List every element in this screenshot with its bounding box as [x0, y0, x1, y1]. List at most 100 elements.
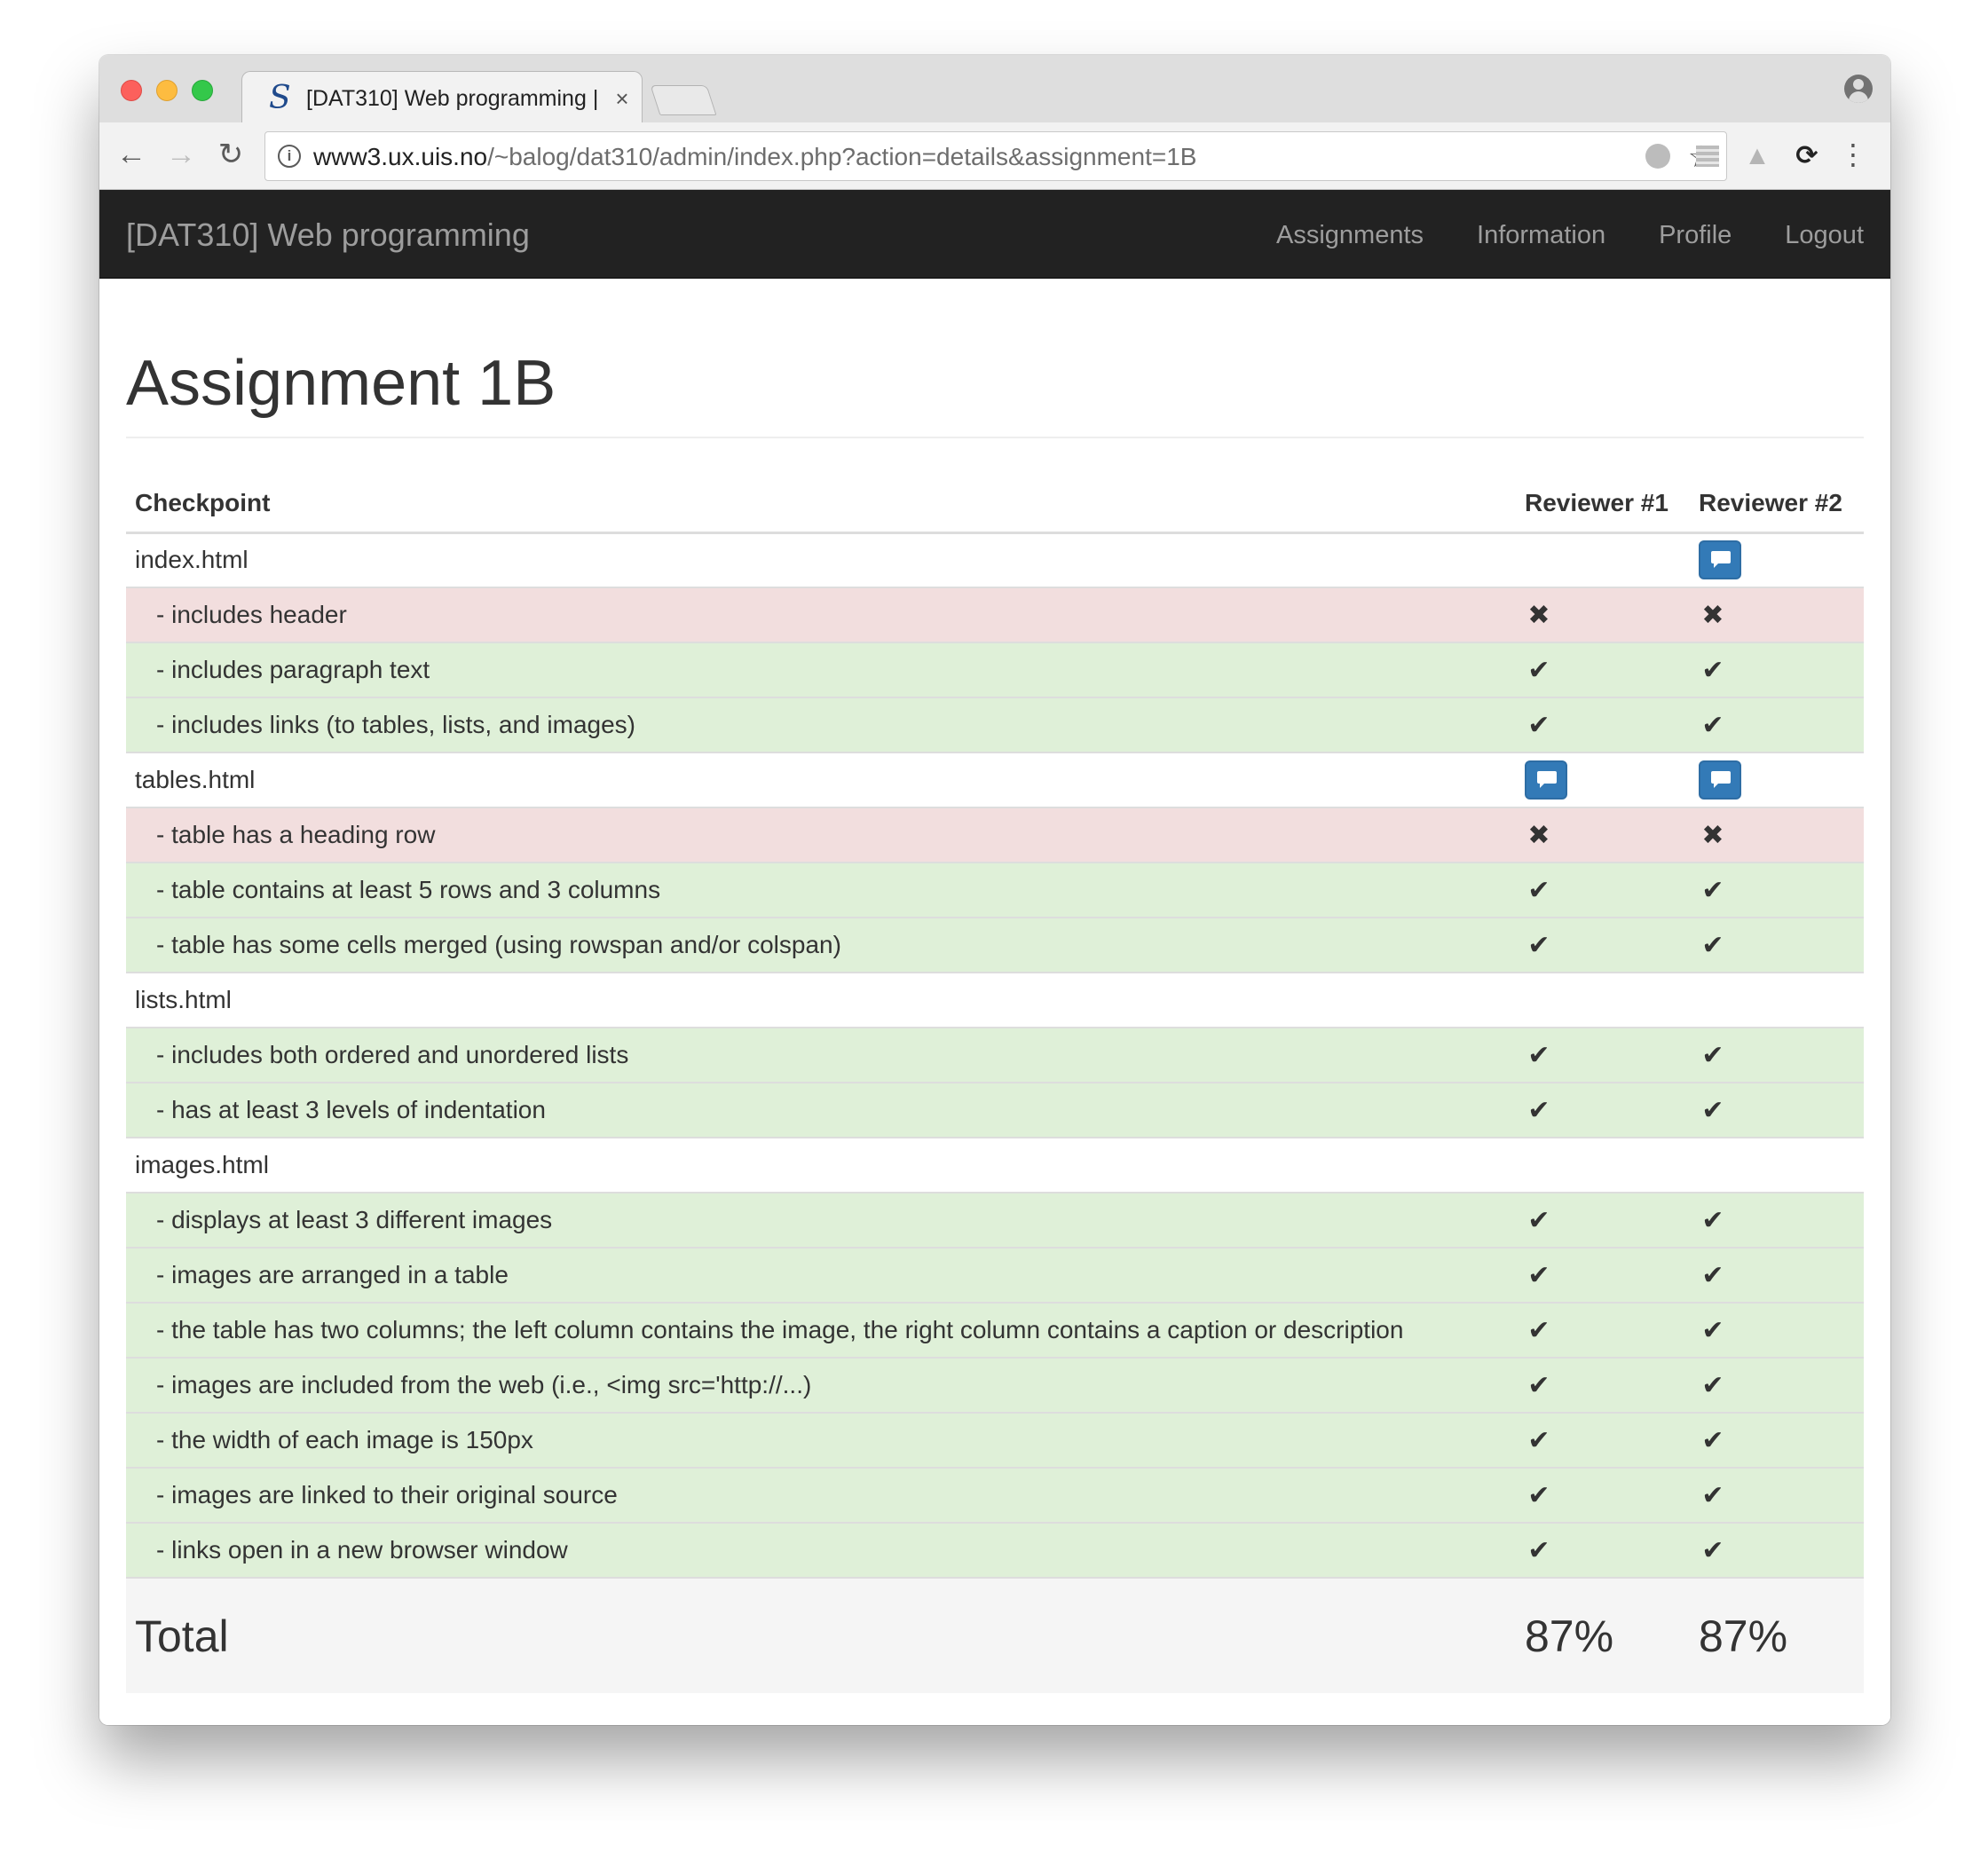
- extension-bubble-icon[interactable]: [1640, 138, 1676, 174]
- reviewer-2-cell: ✔: [1690, 1192, 1864, 1248]
- address-bar[interactable]: i www3.ux.uis.no/~balog/dat310/admin/ind…: [264, 131, 1727, 181]
- comment-icon[interactable]: [1525, 760, 1567, 800]
- nav-link-assignments[interactable]: Assignments: [1276, 217, 1424, 254]
- total-label: Total: [126, 1577, 1516, 1693]
- check-icon: ✔: [1701, 1205, 1724, 1235]
- reviewer-1-cell: ✖: [1516, 807, 1690, 863]
- check-icon: ✔: [1701, 1040, 1724, 1070]
- checkpoint-row: - table has a heading row ✖ ✖: [126, 807, 1864, 863]
- reviewer-2-cell: ✔: [1690, 1027, 1864, 1083]
- checkpoint-label: - table has some cells merged (using row…: [126, 917, 1516, 973]
- menu-icon[interactable]: ⋮: [1839, 138, 1867, 174]
- reviewer-1-cell: ✔: [1516, 1027, 1690, 1083]
- back-icon[interactable]: ←: [112, 135, 151, 174]
- table-header-row: Checkpoint Reviewer #1 Reviewer #2: [126, 476, 1864, 534]
- reviewer-2-cell: ✔: [1690, 1357, 1864, 1413]
- file-row: lists.html: [126, 972, 1864, 1028]
- check-icon: ✔: [1527, 710, 1550, 740]
- reviewer-1-cell: ✔: [1516, 1192, 1690, 1248]
- check-icon: ✔: [1701, 875, 1724, 905]
- checkpoint-row: - images are included from the web (i.e.…: [126, 1357, 1864, 1413]
- new-tab-button[interactable]: [650, 85, 717, 115]
- main-content: Assignment 1B Checkpoint Reviewer #1 Rev…: [126, 279, 1864, 1693]
- checkpoint-row: - has at least 3 levels of indentation ✔ ✔: [126, 1082, 1864, 1138]
- nav-link-profile[interactable]: Profile: [1659, 217, 1732, 254]
- reload-icon[interactable]: ↻: [211, 135, 250, 174]
- checkpoint-row: - images are linked to their original so…: [126, 1467, 1864, 1523]
- checkpoint-label: - images are linked to their original so…: [126, 1467, 1516, 1523]
- checkpoint-label: - includes links (to tables, lists, and …: [126, 697, 1516, 752]
- tab-close-icon[interactable]: ×: [611, 84, 633, 113]
- checkpoint-row: - table has some cells merged (using row…: [126, 917, 1864, 973]
- navbar-links: Assignments Information Profile Logout: [1223, 217, 1864, 254]
- reviewer-1-cell: [1516, 752, 1690, 807]
- checkpoint-label: - images are included from the web (i.e.…: [126, 1357, 1516, 1413]
- web-page: [DAT310] Web programming Assignments Inf…: [99, 190, 1890, 1725]
- check-icon: ✔: [1701, 1425, 1724, 1455]
- reviewer-2-cell: [1690, 532, 1864, 587]
- comment-icon[interactable]: [1699, 540, 1741, 580]
- check-icon: ✔: [1701, 1370, 1724, 1400]
- favicon-icon: S: [269, 80, 291, 116]
- header-reviewer-1: Reviewer #1: [1516, 476, 1690, 534]
- checkpoint-table: Checkpoint Reviewer #1 Reviewer #2 index…: [126, 476, 1864, 1693]
- minimize-window-button[interactable]: [156, 80, 178, 101]
- checkpoint-label: - table has a heading row: [126, 807, 1516, 863]
- checkpoint-label: - includes header: [126, 587, 1516, 642]
- checkpoint-label: - the width of each image is 150px: [126, 1412, 1516, 1468]
- check-icon: ✔: [1701, 1480, 1724, 1510]
- url-text[interactable]: www3.ux.uis.no/~balog/dat310/admin/index…: [313, 141, 1196, 173]
- profile-icon[interactable]: [1844, 75, 1873, 103]
- reviewer-2-cell: ✔: [1690, 1247, 1864, 1303]
- reviewer-1-cell: ✔: [1516, 697, 1690, 752]
- checkpoint-row: - the table has two columns; the left co…: [126, 1302, 1864, 1358]
- reviewer-2-cell: [1690, 1137, 1864, 1193]
- tab-title: [DAT310] Web programming |: [306, 86, 599, 111]
- check-icon: ✔: [1527, 1040, 1550, 1070]
- checkpoint-label: lists.html: [126, 972, 1516, 1028]
- check-icon: ✔: [1527, 1480, 1550, 1510]
- extension-list-icon[interactable]: [1690, 138, 1725, 174]
- browser-toolbar: ← → ↻ i www3.ux.uis.no/~balog/dat310/adm…: [99, 122, 1890, 190]
- file-row: images.html: [126, 1137, 1864, 1193]
- reviewer-1-cell: ✔: [1516, 1522, 1690, 1578]
- cross-icon: ✖: [1701, 820, 1724, 850]
- reviewer-2-cell: ✖: [1690, 807, 1864, 863]
- navbar-brand[interactable]: [DAT310] Web programming: [126, 217, 530, 254]
- reviewer-2-cell: ✖: [1690, 587, 1864, 642]
- checkpoint-label: images.html: [126, 1137, 1516, 1193]
- check-icon: ✔: [1701, 1095, 1724, 1125]
- checkpoint-label: - includes both ordered and unordered li…: [126, 1027, 1516, 1083]
- reviewer-1-cell: ✖: [1516, 587, 1690, 642]
- check-icon: ✔: [1527, 1205, 1550, 1235]
- check-icon: ✔: [1701, 655, 1724, 685]
- comment-icon[interactable]: [1699, 760, 1741, 800]
- reviewer-1-cell: ✔: [1516, 642, 1690, 697]
- url-host: www3.ux.uis.no: [313, 143, 488, 170]
- check-icon: ✔: [1701, 710, 1724, 740]
- checkpoint-label: - images are arranged in a table: [126, 1247, 1516, 1303]
- check-icon: ✔: [1527, 1315, 1550, 1345]
- browser-tab[interactable]: S [DAT310] Web programming | ×: [241, 71, 643, 124]
- forward-icon[interactable]: →: [162, 135, 201, 174]
- checkpoint-label: - has at least 3 levels of indentation: [126, 1082, 1516, 1138]
- file-row: tables.html: [126, 752, 1864, 807]
- drive-icon[interactable]: ▲: [1740, 138, 1775, 174]
- reviewer-2-cell: ✔: [1690, 1082, 1864, 1138]
- sync-icon[interactable]: ⟳: [1789, 138, 1825, 174]
- checkpoint-label: - displays at least 3 different images: [126, 1192, 1516, 1248]
- reviewer-1-cell: ✔: [1516, 1302, 1690, 1358]
- check-icon: ✔: [1701, 1535, 1724, 1565]
- check-icon: ✔: [1527, 1095, 1550, 1125]
- nav-link-logout[interactable]: Logout: [1785, 217, 1864, 254]
- file-row: index.html: [126, 532, 1864, 587]
- zoom-window-button[interactable]: [192, 80, 213, 101]
- checkpoint-row: - displays at least 3 different images ✔ ✔: [126, 1192, 1864, 1248]
- close-window-button[interactable]: [121, 80, 142, 101]
- check-icon: ✔: [1701, 1260, 1724, 1290]
- nav-link-information[interactable]: Information: [1477, 217, 1605, 254]
- info-icon[interactable]: i: [278, 145, 301, 168]
- check-icon: ✔: [1527, 875, 1550, 905]
- reviewer-2-cell: ✔: [1690, 697, 1864, 752]
- check-icon: ✔: [1527, 1535, 1550, 1565]
